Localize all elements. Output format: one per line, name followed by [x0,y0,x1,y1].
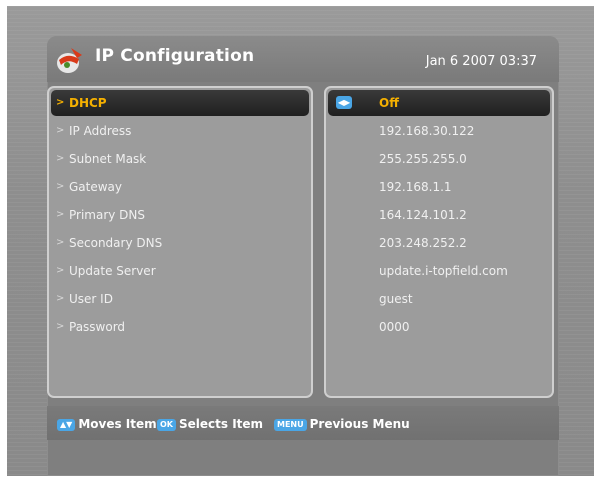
setting-row-primary-dns[interactable]: > Primary DNS [51,202,309,228]
value-row-subnet-mask[interactable]: 255.255.255.0 [328,146,550,172]
setting-label: Update Server [69,264,156,278]
chevron-right-icon: > [56,265,65,276]
chevron-right-icon: > [56,153,65,164]
chevron-right-icon: > [56,321,65,332]
setting-row-ip-address[interactable]: > IP Address [51,118,309,144]
setting-value: 192.168.30.122 [379,124,475,138]
value-row-secondary-dns[interactable]: 203.248.252.2 [328,230,550,256]
setting-value: 164.124.101.2 [379,208,467,222]
settings-values: ◀▶ Off 192.168.30.122 255.255.255.0 192.… [324,86,554,398]
chevron-right-icon: > [56,209,65,220]
left-right-arrows-icon: ◀▶ [336,96,352,109]
ip-configuration-panel: IP Configuration Jan 6 2007 03:37 > DHCP… [47,36,559,476]
setting-label: Primary DNS [69,208,146,222]
setting-value: 255.255.255.0 [379,152,467,166]
help-selects-label: Selects Item [179,417,264,431]
chevron-right-icon: > [56,97,65,108]
setting-label: User ID [69,292,113,306]
setting-value: Off [379,96,399,110]
date-time: Jan 6 2007 03:37 [425,54,537,69]
chevron-right-icon: > [56,181,65,192]
help-selects-item: OK Selects Item [157,416,263,432]
tv-screen: IP Configuration Jan 6 2007 03:37 > DHCP… [7,6,594,476]
setting-value: 192.168.1.1 [379,180,452,194]
setting-label: Password [69,320,126,334]
chevron-right-icon: > [56,293,65,304]
header-bar: IP Configuration Jan 6 2007 03:37 [47,36,559,82]
setting-row-password[interactable]: > Password [51,314,309,340]
setting-label: IP Address [69,124,132,138]
satellite-receiver-logo-icon [57,48,82,73]
page-title: IP Configuration [95,46,255,66]
setting-row-update-server[interactable]: > Update Server [51,258,309,284]
help-bar: ▲▼ Moves Item OK Selects Item MENU Previous… [47,406,559,440]
setting-label: Subnet Mask [69,152,147,166]
value-row-update-server[interactable]: update.i-topfield.com [328,258,550,284]
value-row-password[interactable]: 0000 [328,314,550,340]
up-down-arrows-icon: ▲▼ [57,418,76,431]
chevron-right-icon: > [56,237,65,248]
setting-row-gateway[interactable]: > Gateway [51,174,309,200]
setting-label: DHCP [69,96,107,110]
setting-label: Gateway [69,180,123,194]
setting-row-subnet-mask[interactable]: > Subnet Mask [51,146,309,172]
setting-row-user-id[interactable]: > User ID [51,286,309,312]
menu-key-icon: MENU [274,418,307,431]
value-row-ip-address[interactable]: 192.168.30.122 [328,118,550,144]
help-moves-label: Moves Item [78,417,157,431]
value-row-user-id[interactable]: guest [328,286,550,312]
value-row-gateway[interactable]: 192.168.1.1 [328,174,550,200]
value-row-primary-dns[interactable]: 164.124.101.2 [328,202,550,228]
setting-value: 0000 [379,320,410,334]
ok-key-icon: OK [157,418,176,431]
setting-row-secondary-dns[interactable]: > Secondary DNS [51,230,309,256]
setting-value: update.i-topfield.com [379,264,508,278]
setting-row-dhcp[interactable]: > DHCP [51,90,309,116]
settings-list: > DHCP > IP Address > Subnet Mask > Gate… [47,86,313,398]
setting-value: 203.248.252.2 [379,236,467,250]
setting-label: Secondary DNS [69,236,163,250]
chevron-right-icon: > [56,125,65,136]
setting-value: guest [379,292,413,306]
help-moves-item: ▲▼ Moves Item [57,416,157,432]
help-previous-item: MENU Previous Menu [274,416,410,432]
value-row-dhcp[interactable]: ◀▶ Off [328,90,550,116]
help-previous-label: Previous Menu [309,417,410,431]
